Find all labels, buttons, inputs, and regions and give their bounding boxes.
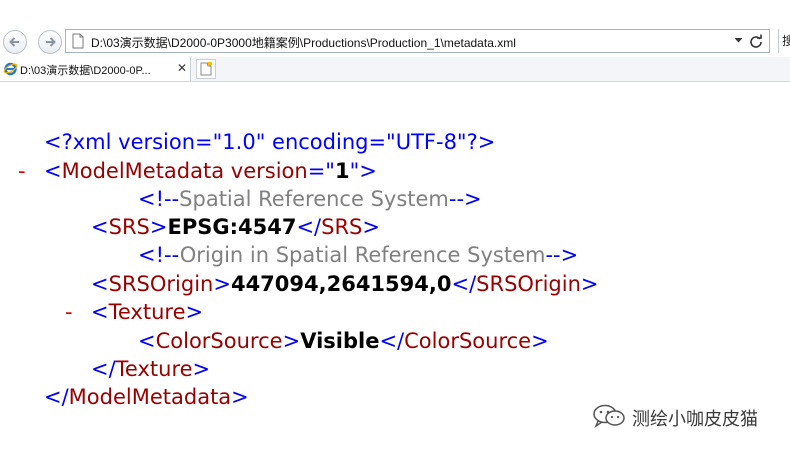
xml-declaration: <?xml version="1.0" encoding="UTF-8"?> [44, 129, 495, 155]
watermark-text: 测绘小咖皮皮猫 [632, 409, 758, 430]
xml-document: <?xml version="1.0" encoding="UTF-8"?> -… [0, 82, 790, 452]
srs-origin-line: <SRSOrigin>447094,2641594,0</SRSOrigin> [91, 271, 599, 297]
comment-close: --> [545, 243, 579, 267]
texture-close-tag: Texture [115, 357, 193, 381]
root-attr-name: version [224, 159, 308, 183]
forward-button[interactable] [38, 30, 62, 54]
origin-comment-line: <!--Origin in Spatial Reference System--… [138, 242, 578, 268]
colorsource-open-lt: < [138, 329, 156, 353]
texture-close-gt: > [192, 357, 211, 381]
root-close-line: </ModelMetadata> [44, 384, 249, 410]
root-attr-close: "> [349, 159, 377, 183]
origin-open-gt: > [213, 272, 231, 296]
colorsource-close-gt: > [531, 329, 549, 353]
root-open-lt: < [44, 159, 62, 183]
root-attr-eq: =" [307, 159, 335, 183]
comment-close: --> [448, 187, 482, 211]
root-open-line: <ModelMetadata version="1"> [44, 158, 377, 184]
origin-close-gt: > [580, 272, 599, 296]
texture-close-line: </Texture> [91, 356, 210, 382]
wechat-icon [593, 404, 625, 428]
address-bar[interactable]: D:\03演示数据\D2000-0P3000地籍案例\Productions\P… [65, 29, 770, 53]
collapse-toggle-root[interactable]: - [18, 158, 26, 184]
root-close-tag: ModelMetadata [68, 385, 232, 409]
origin-open-tag: SRSOrigin [108, 272, 214, 296]
texture-open-gt: > [185, 300, 204, 324]
srs-close-gt: > [362, 215, 380, 239]
root-close-gt: > [231, 385, 249, 409]
navigation-bar: D:\03演示数据\D2000-0P3000地籍案例\Productions\P… [0, 0, 790, 56]
new-tab-icon [200, 62, 212, 76]
root-attr-value: 1 [334, 159, 350, 183]
tab-close-button[interactable]: ✕ [177, 61, 187, 75]
srs-value: EPSG:4547 [167, 215, 297, 239]
new-tab-button[interactable] [196, 59, 216, 79]
ie-icon [3, 62, 18, 76]
srs-comment-text: Spatial Reference System [179, 187, 449, 211]
tab-metadata[interactable]: D:\03演示数据\D2000-0P... ✕ [0, 57, 191, 81]
search-side-button[interactable]: 搜 [778, 29, 790, 53]
srs-open-gt: > [149, 215, 168, 239]
texture-open-lt: < [91, 300, 109, 324]
srs-comment-line: <!--Spatial Reference System--> [138, 186, 482, 212]
origin-value: 447094,2641594,0 [230, 272, 452, 296]
colorsource-line: <ColorSource>Visible</ColorSource> [138, 328, 549, 354]
tab-bar: D:\03演示数据\D2000-0P... ✕ [0, 57, 790, 82]
back-arrow-icon [9, 37, 19, 47]
back-button[interactable] [3, 30, 27, 54]
srs-open-lt: < [91, 215, 109, 239]
refresh-icon[interactable] [749, 34, 763, 48]
collapse-toggle-texture[interactable]: - [65, 299, 73, 325]
chevron-down-icon[interactable] [734, 37, 743, 44]
texture-open-tag: Texture [108, 300, 186, 324]
colorsource-open-tag: ColorSource [155, 329, 283, 353]
origin-close-tag: SRSOrigin [476, 272, 581, 296]
xml-declaration-text: <?xml version="1.0" encoding="UTF-8"?> [44, 130, 496, 154]
origin-close-lt: </ [451, 272, 477, 296]
comment-open: <!-- [138, 243, 180, 267]
colorsource-close-tag: ColorSource [404, 329, 532, 353]
colorsource-close-lt: </ [379, 329, 405, 353]
page-icon [72, 33, 84, 49]
comment-open: <!-- [138, 187, 180, 211]
srs-close-lt: </ [296, 215, 322, 239]
texture-close-lt: </ [91, 357, 116, 381]
origin-open-lt: < [91, 272, 109, 296]
root-open-tag: ModelMetadata [61, 159, 225, 183]
srs-open-tag: SRS [108, 215, 150, 239]
origin-comment-text: Origin in Spatial Reference System [179, 243, 546, 267]
forward-arrow-icon [46, 37, 56, 47]
root-close-lt: </ [44, 385, 69, 409]
srs-close-tag: SRS [321, 215, 363, 239]
srs-line: <SRS>EPSG:4547</SRS> [91, 214, 380, 240]
colorsource-open-gt: > [282, 329, 301, 353]
tab-title: D:\03演示数据\D2000-0P... [20, 65, 151, 77]
texture-open-line: <Texture> [91, 299, 203, 325]
address-url[interactable]: D:\03演示数据\D2000-0P3000地籍案例\Productions\P… [91, 34, 516, 51]
colorsource-value: Visible [300, 329, 380, 353]
